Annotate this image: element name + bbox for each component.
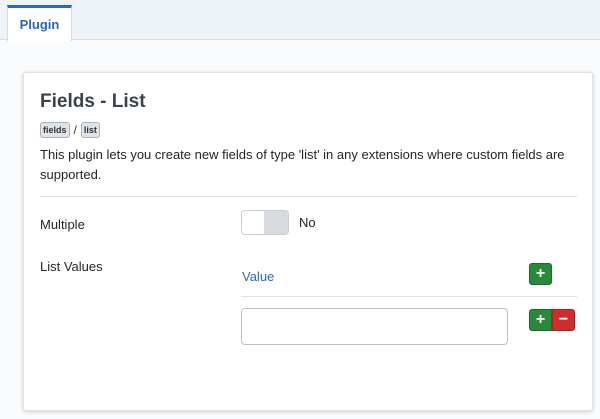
add-after-button[interactable]: + — [529, 309, 552, 331]
multiple-toggle[interactable] — [241, 210, 289, 235]
plus-icon: + — [535, 265, 546, 282]
tab-plugin[interactable]: Plugin — [7, 5, 72, 41]
toggle-knob — [264, 211, 288, 234]
multiple-toggle-value: No — [299, 215, 316, 230]
add-row-button[interactable]: + — [529, 263, 552, 285]
divider — [40, 196, 577, 197]
plugin-tags: fields / list — [40, 122, 100, 138]
tab-bar: Plugin — [0, 0, 600, 41]
multiple-label: Multiple — [40, 217, 85, 232]
value-column-header: Value — [242, 269, 275, 284]
tag-separator: / — [73, 123, 77, 137]
tag-badge-element: list — [80, 122, 100, 138]
plugin-card: Fields - List fields / list This plugin … — [23, 72, 593, 411]
plus-icon: + — [535, 311, 546, 328]
tag-badge-folder: fields — [40, 122, 70, 138]
minus-icon: − — [558, 311, 569, 328]
remove-row-button[interactable]: − — [552, 309, 575, 331]
table-header-divider — [241, 296, 577, 297]
page-title: Fields - List — [40, 91, 146, 112]
list-values-label: List Values — [40, 259, 103, 274]
plugin-description: This plugin lets you create new fields o… — [40, 147, 565, 182]
value-input[interactable] — [241, 308, 508, 345]
